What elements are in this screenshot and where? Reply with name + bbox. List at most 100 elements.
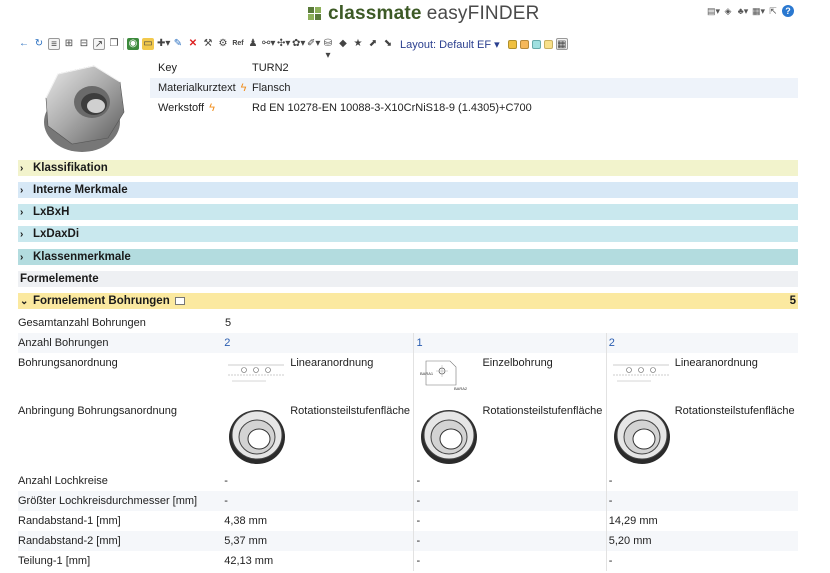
arrangement-label: Linearanordnung bbox=[674, 357, 758, 369]
table-row: Größter Lochkreisdurchmesser [mm] - - - bbox=[18, 491, 798, 511]
network-icon[interactable]: ⚯▾ bbox=[262, 38, 275, 50]
table-row: Randabstand-1 [mm] 4,38 mm - 14,29 mm bbox=[18, 511, 798, 531]
table-row: Bohrungsanordnung Linearanordnung BARA1 … bbox=[18, 353, 798, 401]
copy-icon[interactable]: ❐ bbox=[108, 38, 120, 50]
section-klassenmerkmale[interactable]: › Klassenmerkmale bbox=[18, 249, 798, 265]
settings-icon[interactable]: ⚙ bbox=[217, 38, 229, 50]
grid-settings-icon[interactable]: ▦ bbox=[555, 38, 568, 50]
list-view-icon[interactable]: ≡ bbox=[48, 38, 60, 50]
row-label: Gesamtanzahl Bohrungen bbox=[18, 317, 146, 329]
layout-selector[interactable]: Layout: Default EF ▾ bbox=[400, 38, 500, 51]
open-external-icon[interactable]: ↗ bbox=[93, 38, 105, 50]
table-icon[interactable]: ▦▾ bbox=[752, 5, 765, 17]
refresh-icon[interactable]: ↻ bbox=[33, 38, 45, 50]
cell-value: 4,38 mm bbox=[224, 515, 267, 527]
section-klassifikation[interactable]: › Klassifikation bbox=[18, 160, 798, 176]
share-icon[interactable]: ⇱ bbox=[767, 5, 779, 17]
chevron-right-icon: › bbox=[20, 162, 24, 174]
import-icon[interactable]: ⬊ bbox=[382, 38, 394, 50]
tools-icon[interactable]: ⚒ bbox=[202, 38, 214, 50]
cell-value: 5,37 mm bbox=[224, 535, 267, 547]
cell-link[interactable]: 2 bbox=[222, 333, 413, 353]
folder-star-icon[interactable]: ★ bbox=[352, 38, 364, 50]
header-icon-bar: ▤▾ ◈ ♣▾ ▦▾ ⇱ ? bbox=[707, 5, 794, 17]
tree-view-icon[interactable]: ⊞ bbox=[63, 38, 75, 50]
cell-value: - bbox=[605, 491, 798, 511]
cell-surface: Rotationsteilstufenfläche bbox=[413, 401, 605, 471]
cell-value: - bbox=[413, 511, 605, 531]
info-werkstoff-value: Rd EN 10278-EN 10088-3-X10CrNiS18-9 (1.4… bbox=[252, 102, 532, 114]
table-row: Anbringung Bohrungsanordnung Rotationste… bbox=[18, 401, 798, 471]
item-info: Key TURN2 Materialkurztext ϟ Flansch Werk… bbox=[150, 58, 798, 118]
chevron-right-icon: › bbox=[20, 228, 24, 240]
section-lxdaxdi[interactable]: › LxDaxDi bbox=[18, 226, 798, 242]
cell-link[interactable]: 1 bbox=[413, 333, 605, 353]
color-swatch-icon[interactable] bbox=[531, 39, 541, 49]
bara1-label: BARA1 bbox=[420, 371, 434, 376]
palette-icon[interactable]: ✿▾ bbox=[292, 38, 305, 50]
edit-icon[interactable]: ✎ bbox=[172, 38, 184, 50]
table-row: Teilung-1 [mm] 42,13 mm - - bbox=[18, 551, 798, 571]
gem-icon[interactable]: ◆ bbox=[337, 38, 349, 50]
app-header: classmate easyFINDER ▤▾ ◈ ♣▾ ▦▾ ⇱ ? bbox=[0, 0, 830, 30]
chevron-right-icon: › bbox=[20, 184, 24, 196]
section-formelement-bohrungen[interactable]: ⌄ Formelement Bohrungen 5 bbox=[18, 293, 798, 309]
delete-icon[interactable]: ✕ bbox=[187, 38, 199, 50]
chart-icon[interactable]: ▤▾ bbox=[707, 5, 720, 17]
cell-value: - bbox=[605, 551, 798, 571]
linear-arrangement-sketch bbox=[612, 364, 669, 382]
section-lxbxh[interactable]: › LxBxH bbox=[18, 204, 798, 220]
bucket-icon[interactable]: ⛁▾ bbox=[322, 38, 334, 61]
arrangement-label: Einzelbohrung bbox=[482, 357, 553, 369]
cell-arrangement: Linearanordnung bbox=[222, 353, 413, 401]
info-werkstoff-label: Werkstoff ϟ bbox=[158, 102, 215, 114]
lightning-icon: ϟ bbox=[240, 82, 247, 94]
ref-icon[interactable]: Ref bbox=[232, 38, 244, 50]
table-row: Anzahl Lochkreise - - - bbox=[18, 471, 798, 491]
rotational-surface-render bbox=[229, 410, 286, 464]
row-label: Randabstand-1 [mm] bbox=[18, 515, 121, 527]
info-row-material-text: Materialkurztext ϟ Flansch bbox=[150, 78, 798, 98]
folder-icon[interactable]: ▭ bbox=[142, 38, 154, 50]
cell-arrangement: BARA1 BARA2 Einzelbohrung bbox=[413, 353, 605, 401]
section-interne-merkmale[interactable]: › Interne Merkmale bbox=[18, 182, 798, 198]
help-icon[interactable]: ? bbox=[782, 5, 794, 17]
user-icon[interactable]: ♣▾ bbox=[737, 5, 749, 17]
brush-icon[interactable]: ✐▾ bbox=[307, 38, 320, 50]
puzzle-icon[interactable]: ✣▾ bbox=[277, 38, 290, 50]
row-label: Anbringung Bohrungsanordnung bbox=[18, 405, 178, 417]
row-label: Größter Lochkreisdurchmesser [mm] bbox=[18, 495, 198, 507]
add-location-icon[interactable]: ✚▾ bbox=[157, 38, 170, 50]
section-formelemente[interactable]: Formelemente bbox=[18, 271, 798, 287]
logo-mark-icon bbox=[308, 7, 322, 21]
section-count: 5 bbox=[789, 295, 796, 307]
color-swatch-icon[interactable] bbox=[519, 39, 529, 49]
row-label: Randabstand-2 [mm] bbox=[18, 535, 121, 547]
hierarchy-icon[interactable]: ⊟ bbox=[78, 38, 90, 50]
document-icon[interactable] bbox=[174, 297, 185, 305]
back-arrow-icon[interactable]: ← bbox=[18, 38, 30, 50]
cell-value: 42,13 mm bbox=[224, 555, 274, 567]
table-row: Gesamtanzahl Bohrungen 5 bbox=[18, 313, 798, 333]
target-icon[interactable]: ◉ bbox=[127, 38, 139, 50]
surface-label: Rotationsteilstufenfläche bbox=[482, 405, 603, 417]
row-label: Anzahl Bohrungen bbox=[18, 337, 109, 349]
info-row-key: Key TURN2 bbox=[150, 58, 798, 78]
cell-surface: Rotationsteilstufenfläche bbox=[605, 401, 798, 471]
row-label: Anzahl Lochkreise bbox=[18, 475, 108, 487]
part-thumbnail bbox=[44, 65, 125, 152]
chevron-right-icon: › bbox=[20, 251, 24, 263]
cell-value: - bbox=[413, 531, 605, 551]
tag-icon[interactable]: ◈ bbox=[722, 5, 734, 17]
info-key-label: Key bbox=[158, 62, 177, 74]
lightning-icon: ϟ bbox=[209, 102, 215, 114]
export-icon[interactable]: ⬈ bbox=[367, 38, 379, 50]
cell-link[interactable]: 2 bbox=[605, 333, 798, 353]
surface-label: Rotationsteilstufenfläche bbox=[290, 405, 411, 417]
row-label: Teilung-1 [mm] bbox=[18, 555, 91, 567]
color-swatch-icon[interactable] bbox=[507, 39, 517, 49]
color-swatch-icon[interactable] bbox=[543, 39, 553, 49]
person-icon[interactable]: ♟ bbox=[247, 38, 259, 50]
info-key-value: TURN2 bbox=[252, 62, 289, 74]
rotational-surface-render bbox=[421, 410, 478, 464]
